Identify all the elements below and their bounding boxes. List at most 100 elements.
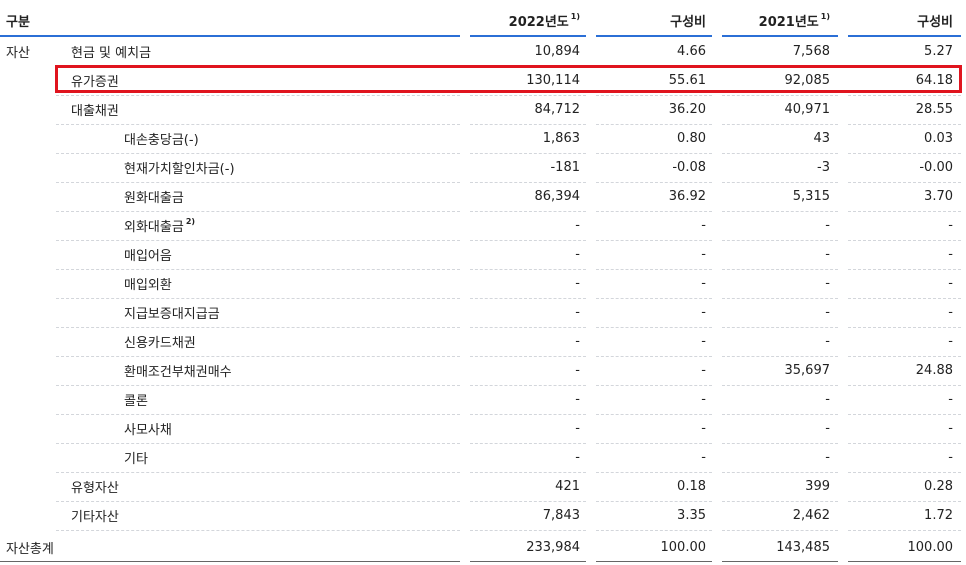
row-value-2021: - bbox=[825, 305, 830, 320]
row-ratio-2022: - bbox=[701, 218, 706, 233]
row-ratio-2022: - bbox=[701, 334, 706, 349]
row-label: 신용카드채권 bbox=[124, 327, 424, 356]
row-label: 원화대출금 bbox=[124, 182, 424, 211]
table-row: 환매조건부채권매수 - - 35,697 24.88 bbox=[0, 356, 966, 385]
row-label: 환매조건부채권매수 bbox=[124, 356, 424, 385]
row-label: 유형자산 bbox=[71, 472, 411, 501]
row-label: 대출채권 bbox=[71, 95, 411, 124]
row-label: 기타 bbox=[124, 443, 424, 472]
row-value-2022: 84,712 bbox=[534, 102, 581, 117]
table-row: 대출채권 84,712 36.20 40,971 28.55 bbox=[0, 95, 966, 124]
header-category: 구분 bbox=[6, 15, 30, 30]
row-value-2021: - bbox=[825, 276, 830, 291]
row-ratio-2021: 5.27 bbox=[924, 44, 953, 59]
total-ratio-2021: 100.00 bbox=[907, 540, 954, 555]
table-row: 대손충당금(-) 1,863 0.80 43 0.03 bbox=[0, 124, 966, 153]
row-value-2022: 10,894 bbox=[534, 44, 581, 59]
row-ratio-2022: - bbox=[701, 450, 706, 465]
table-row: 사모사채 - - - - bbox=[0, 414, 966, 443]
row-ratio-2021: - bbox=[948, 218, 953, 233]
row-ratio-2021: - bbox=[948, 450, 953, 465]
row-value-2022: 86,394 bbox=[534, 189, 581, 204]
table-row: 유형자산 421 0.18 399 0.28 bbox=[0, 472, 966, 501]
row-label-text: 콜론 bbox=[124, 394, 148, 409]
row-ratio-2022: - bbox=[701, 363, 706, 378]
row-label-text: 지급보증대지급금 bbox=[124, 307, 220, 322]
row-label: 현재가치할인차금(-) bbox=[124, 153, 424, 182]
row-ratio-2022: -0.08 bbox=[672, 160, 706, 175]
table-row: 신용카드채권 - - - - bbox=[0, 327, 966, 356]
row-label-text: 기타자산 bbox=[71, 510, 119, 525]
bottom-rule bbox=[0, 561, 460, 562]
table-header: 구분 2022년도 1) 구성비 2021년도 1) 구성비 bbox=[0, 6, 966, 35]
row-ratio-2021: 24.88 bbox=[915, 363, 953, 378]
total-label: 자산총계 bbox=[6, 542, 54, 557]
row-label: 사모사채 bbox=[124, 414, 424, 443]
row-value-2022: - bbox=[575, 305, 580, 320]
table-row: 현재가치할인차금(-) -181 -0.08 -3 -0.00 bbox=[0, 153, 966, 182]
total-2022: 233,984 bbox=[526, 540, 580, 555]
row-ratio-2022: 36.92 bbox=[668, 189, 706, 204]
row-value-2021: - bbox=[825, 450, 830, 465]
row-separator bbox=[596, 530, 712, 531]
row-value-2021: 40,971 bbox=[784, 102, 831, 117]
row-ratio-2022: - bbox=[701, 421, 706, 436]
table-row: 지급보증대지급금 - - - - bbox=[0, 298, 966, 327]
row-value-2021: 35,697 bbox=[784, 363, 831, 378]
row-value-2022: - bbox=[575, 218, 580, 233]
table-row: 기타자산 7,843 3.35 2,462 1.72 bbox=[0, 501, 966, 530]
row-value-2021: - bbox=[825, 247, 830, 262]
header-2022-label: 2022년도 bbox=[508, 15, 569, 30]
row-separator bbox=[722, 530, 838, 531]
row-value-2021: - bbox=[825, 218, 830, 233]
header-2021-footnote: 1) bbox=[820, 12, 830, 21]
total-ratio-2022: 100.00 bbox=[660, 540, 707, 555]
row-ratio-2022: 0.80 bbox=[677, 131, 706, 146]
row-ratio-2022: - bbox=[701, 392, 706, 407]
row-value-2021: - bbox=[825, 421, 830, 436]
row-ratio-2022: 4.66 bbox=[677, 44, 706, 59]
row-value-2022: - bbox=[575, 392, 580, 407]
row-ratio-2022: - bbox=[701, 276, 706, 291]
row-value-2021: -3 bbox=[817, 160, 830, 175]
table-row: 매입외환 - - - - bbox=[0, 269, 966, 298]
row-ratio-2021: - bbox=[948, 392, 953, 407]
row-footnote: 2) bbox=[185, 217, 196, 226]
total-row: 자산총계 233,984 100.00 143,485 100.00 bbox=[0, 533, 966, 562]
row-ratio-2021: - bbox=[948, 334, 953, 349]
total-2021: 143,485 bbox=[776, 540, 830, 555]
row-label-text: 현금 및 예치금 bbox=[71, 46, 152, 61]
row-label: 대손충당금(-) bbox=[124, 124, 424, 153]
row-label: 매입어음 bbox=[124, 240, 424, 269]
table-row: 콜론 - - - - bbox=[0, 385, 966, 414]
row-value-2021: 399 bbox=[805, 479, 830, 494]
row-value-2021: 43 bbox=[813, 131, 830, 146]
row-label-text: 현재가치할인차금(-) bbox=[124, 162, 235, 177]
row-value-2022: -181 bbox=[550, 160, 580, 175]
row-ratio-2022: - bbox=[701, 247, 706, 262]
row-label: 매입외환 bbox=[124, 269, 424, 298]
row-value-2021: 5,315 bbox=[792, 189, 830, 204]
row-label-text: 환매조건부채권매수 bbox=[124, 365, 232, 380]
row-value-2022: - bbox=[575, 450, 580, 465]
row-value-2022: 421 bbox=[555, 479, 580, 494]
row-ratio-2021: 0.28 bbox=[924, 479, 953, 494]
row-ratio-2021: - bbox=[948, 421, 953, 436]
row-ratio-2022: 0.18 bbox=[677, 479, 706, 494]
row-label-text: 기타 bbox=[124, 452, 148, 467]
row-label: 외화대출금 2) bbox=[124, 211, 424, 240]
header-2022-footnote: 1) bbox=[570, 12, 580, 21]
row-value-2021: 2,462 bbox=[792, 508, 830, 523]
row-value-2022: 7,843 bbox=[542, 508, 580, 523]
header-ratio-2022: 구성비 bbox=[670, 15, 706, 30]
row-ratio-2021: -0.00 bbox=[919, 160, 953, 175]
row-label: 콜론 bbox=[124, 385, 424, 414]
row-ratio-2022: - bbox=[701, 305, 706, 320]
row-value-2022: - bbox=[575, 276, 580, 291]
table-row: 외화대출금 2) - - - - bbox=[0, 211, 966, 240]
row-value-2022: - bbox=[575, 363, 580, 378]
row-label-text: 신용카드채권 bbox=[124, 336, 196, 351]
row-separator bbox=[56, 530, 460, 531]
bottom-rule bbox=[470, 561, 586, 562]
table-row: 기타 - - - - bbox=[0, 443, 966, 472]
